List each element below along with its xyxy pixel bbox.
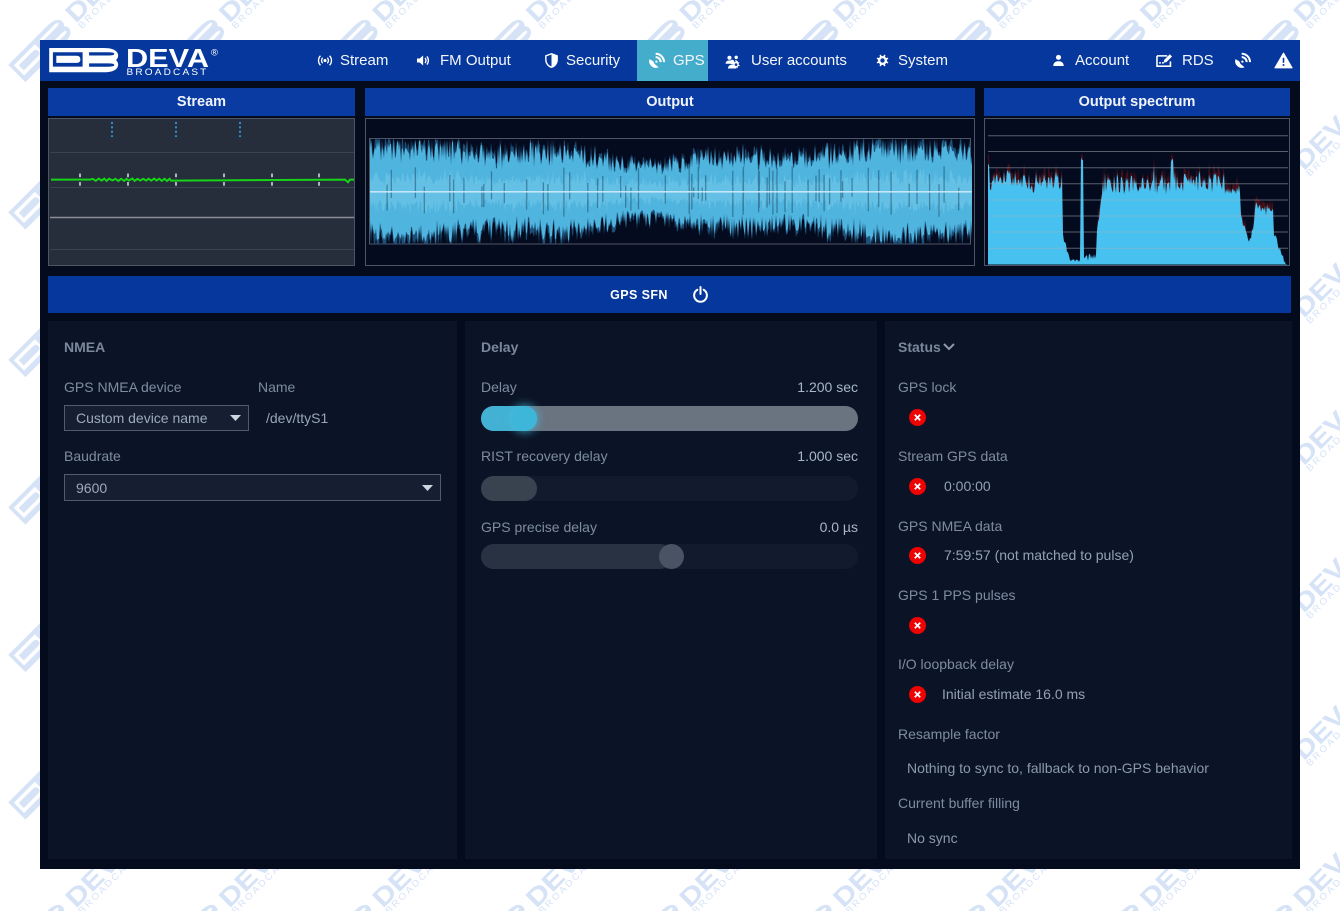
svg-text:®: ® [211,48,218,59]
svg-text:BROADCAST: BROADCAST [127,67,209,77]
